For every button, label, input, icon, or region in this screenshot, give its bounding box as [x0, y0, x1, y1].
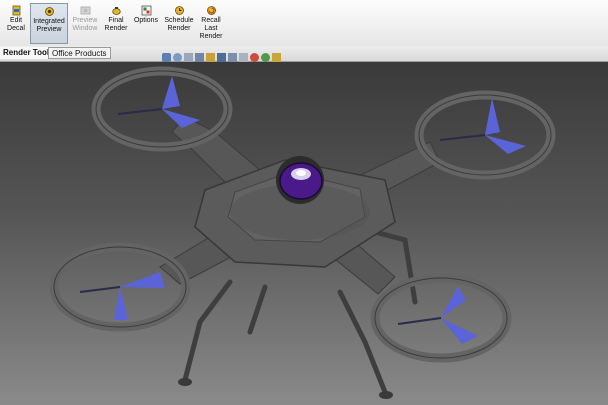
dome	[279, 162, 323, 200]
preview-window-icon	[80, 6, 90, 15]
view-orientation-icon[interactable]	[217, 53, 226, 62]
apply-scene-icon[interactable]	[261, 53, 270, 62]
final-render-button[interactable]: Final Render	[102, 3, 130, 44]
command-manager-tabs: Render Tools Office Products	[0, 46, 608, 62]
zoom-to-fit-icon[interactable]	[162, 53, 171, 62]
preview-icon	[44, 7, 54, 16]
rotor-top-right	[414, 90, 556, 180]
leg-feet	[178, 378, 393, 399]
edit-appearance-icon[interactable]	[250, 53, 259, 62]
ribbon-toolbar: Edit Decal Integrated Preview Preview Wi…	[0, 0, 608, 47]
integrated-preview-button[interactable]: Integrated Preview	[30, 3, 68, 44]
rotor-bottom-right	[370, 273, 512, 363]
dynamic-annotation-icon[interactable]	[206, 53, 215, 62]
rotor-bottom-left	[49, 242, 191, 332]
decal-icon	[12, 5, 20, 16]
rotor-top-left	[91, 66, 233, 152]
drone-model[interactable]	[0, 62, 608, 405]
previous-view-icon[interactable]	[184, 53, 193, 62]
render-teapot-icon	[111, 7, 121, 15]
options-icon	[141, 5, 151, 16]
zoom-to-area-icon[interactable]	[173, 53, 182, 62]
options-button[interactable]: Options	[132, 3, 160, 44]
recall-last-render-button[interactable]: Recall Last Render	[198, 3, 224, 44]
hide-show-items-icon[interactable]	[239, 53, 248, 62]
section-view-icon[interactable]	[195, 53, 204, 62]
edit-decal-button[interactable]: Edit Decal	[4, 3, 28, 44]
schedule-icon	[174, 6, 184, 15]
graphics-viewport[interactable]	[0, 62, 608, 405]
schedule-render-button[interactable]: Schedule Render	[162, 3, 196, 44]
heads-up-view-toolbar	[162, 51, 281, 64]
view-settings-icon[interactable]	[272, 53, 281, 62]
display-style-icon[interactable]	[228, 53, 237, 62]
recall-icon	[206, 6, 216, 15]
preview-window-button[interactable]: Preview Window	[70, 3, 100, 44]
tab-office-products[interactable]: Office Products	[48, 47, 111, 59]
